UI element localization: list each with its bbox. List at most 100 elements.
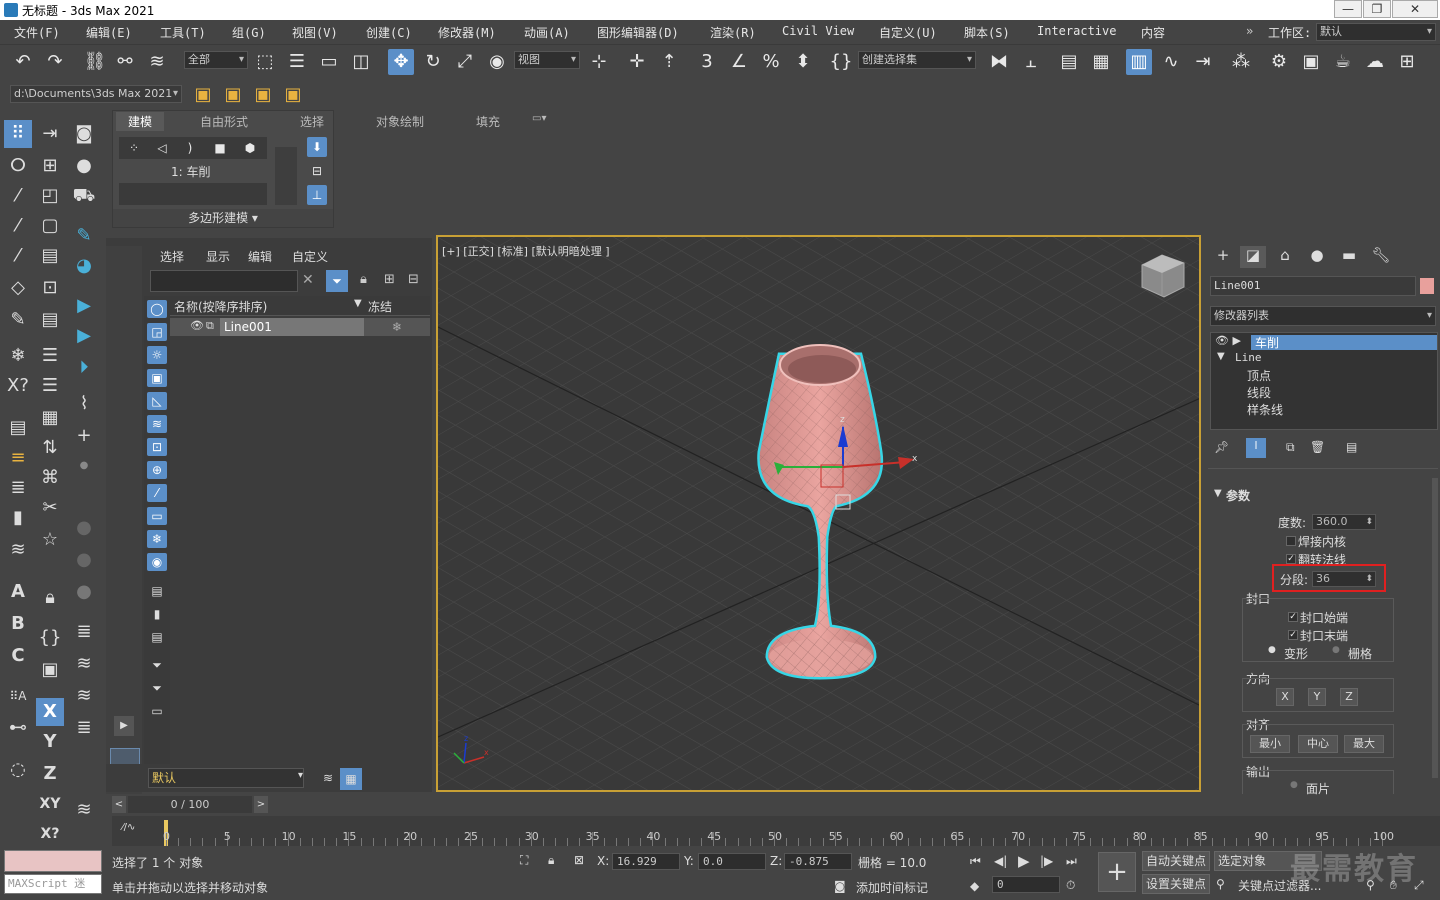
rollout-collapse-icon[interactable]: ▼	[1214, 488, 1222, 499]
maximize-button[interactable]: ❐	[1363, 0, 1391, 18]
create-icon[interactable]: ⇥	[36, 120, 64, 148]
selection-filter-dropdown[interactable]: 全部	[184, 51, 248, 69]
set-key-big-icon[interactable]: +	[1098, 852, 1136, 892]
scissors-icon[interactable]: ✂	[36, 494, 64, 522]
select-box-icon[interactable]: ▮	[4, 504, 32, 532]
morph-radio[interactable]: ●	[1268, 645, 1276, 655]
object-color-swatch[interactable]	[1420, 278, 1434, 294]
edit-icon[interactable]: ▤	[36, 242, 64, 270]
stack4-icon[interactable]: ≋	[70, 682, 98, 710]
vertex-icon[interactable]: ⁘	[121, 135, 147, 161]
mirror-icon[interactable]: ⧓	[986, 49, 1012, 75]
stack-eye-icon[interactable]: 👁︎ ▶	[1215, 334, 1241, 347]
schematic-view-icon[interactable]: ⇥	[1190, 49, 1216, 75]
frame-icon[interactable]: ▭	[147, 702, 167, 720]
axis-xyz-icon[interactable]: X?	[36, 820, 64, 848]
close-button[interactable]: ✕	[1392, 0, 1438, 18]
edit-named-selection-icon[interactable]: {}	[828, 49, 854, 75]
select-scale-icon[interactable]: ⤢	[452, 49, 478, 75]
stack5-icon[interactable]: ≣	[70, 714, 98, 742]
render-production-icon[interactable]: ☕	[1330, 49, 1356, 75]
time-slider[interactable]: < 0 / 100 >	[112, 796, 270, 814]
list-icon[interactable]: ☰	[36, 342, 64, 370]
undo-icon[interactable]: ↶	[10, 49, 36, 75]
tab-populate[interactable]: 填充	[476, 113, 500, 130]
perspective-viewport[interactable]: z x x z [+] [正交] [标准] [默认明暗处理 ]	[436, 235, 1201, 792]
menu-create[interactable]: 创建(C)	[366, 24, 412, 41]
tab-selection[interactable]: 选择	[300, 113, 324, 130]
select-object-icon[interactable]: ⬚	[252, 49, 278, 75]
tab-freeform[interactable]: 自由形式	[200, 113, 248, 130]
environment-icon[interactable]: ⊞	[1394, 49, 1420, 75]
forward-icon[interactable]: ⏵	[70, 354, 98, 382]
degrees-spinner[interactable]: 360.0	[1312, 514, 1376, 530]
dotted-circle-icon[interactable]: ◌	[4, 756, 32, 784]
menu-view[interactable]: 视图(V)	[292, 24, 338, 41]
named-selection-dropdown[interactable]: 创建选择集	[858, 51, 976, 69]
lock-explorer-icon[interactable]: 🔒︎	[360, 272, 367, 287]
project-set-icon[interactable]: ▣	[280, 82, 306, 108]
play-button-icon[interactable]: ▶	[1018, 852, 1030, 870]
menu-edit[interactable]: 编辑(E)	[86, 24, 132, 41]
braces-icon[interactable]: {}	[36, 624, 64, 652]
menu-animation[interactable]: 动画(A)	[524, 24, 570, 41]
axis-xy-icon[interactable]: XY	[36, 790, 64, 818]
goto-end-icon[interactable]: ⏭	[1066, 854, 1077, 869]
sphere-icon[interactable]: ●	[70, 152, 98, 180]
axis-x-icon[interactable]: X	[36, 698, 64, 726]
column-freeze-header[interactable]: 冻结	[368, 298, 392, 315]
menu-group[interactable]: 组(G)	[232, 24, 266, 41]
z-coordinate-field[interactable]: -0.875	[784, 853, 852, 870]
filter-bones-icon[interactable]: ⁄	[147, 484, 167, 502]
ribbon-show-end-icon[interactable]: ⊥	[307, 185, 327, 205]
layer-dropdown-arrow-icon[interactable]: ▾	[298, 770, 303, 781]
stack2-icon[interactable]: ≣	[70, 618, 98, 646]
filter-lights-icon[interactable]: ☼	[147, 346, 167, 364]
stack6-icon[interactable]: ≋	[70, 796, 98, 824]
tab-modeling[interactable]: 建模	[116, 112, 165, 131]
xy-icon[interactable]: X?	[4, 372, 32, 400]
stack-item-spline[interactable]: 样条线	[1247, 401, 1283, 418]
angle-snap-icon[interactable]: ∠	[726, 49, 752, 75]
make-unique-icon[interactable]: ⧉	[1286, 440, 1295, 455]
filter-spacewarps-icon[interactable]: ≋	[147, 415, 167, 433]
copy-icon[interactable]: ▤	[36, 306, 64, 334]
menu-interactive[interactable]: Interactive	[1037, 24, 1116, 38]
menu-civil-view[interactable]: Civil View	[782, 24, 854, 38]
plus-icon[interactable]: +	[70, 422, 98, 450]
time-config-icon[interactable]: ⏱	[1066, 878, 1075, 893]
absolute-mode-icon[interactable]: ⊠	[574, 853, 584, 867]
shape-icon[interactable]: ▢	[36, 212, 64, 240]
prev-key-icon[interactable]: ◀|	[994, 854, 1007, 868]
weld-core-checkbox[interactable]	[1286, 536, 1296, 546]
expand-arrow-icon[interactable]: ▶	[114, 716, 134, 736]
tape-icon[interactable]: ✎	[70, 222, 98, 250]
layer-explorer-icon[interactable]: ▦	[1088, 49, 1114, 75]
filter-helpers-icon[interactable]: ◺	[147, 392, 167, 410]
align-icon[interactable]: ⫠	[1018, 49, 1044, 75]
menu-graph-editors[interactable]: 图形编辑器(D)	[597, 24, 679, 41]
link-icon[interactable]: ⛓	[82, 49, 108, 75]
layers-icon[interactable]: ▤	[4, 414, 32, 442]
freeform-icon[interactable]: ✎	[4, 306, 32, 334]
dot-icon[interactable]: ●	[70, 452, 98, 480]
axis-z-icon[interactable]: Z	[36, 760, 64, 788]
map-icon[interactable]: ▦	[36, 404, 64, 432]
modify-tab-icon[interactable]: ◪	[1240, 246, 1266, 268]
stack-item-segment[interactable]: 线段	[1247, 384, 1271, 401]
lock-icon[interactable]: 🔒︎	[36, 584, 64, 612]
clone-icon[interactable]: ⊡	[36, 274, 64, 302]
filter-hidden-icon[interactable]: ◉	[147, 553, 167, 571]
align-min-button[interactable]: 最小	[1250, 735, 1290, 753]
sync-icon[interactable]: ⊟	[408, 272, 419, 287]
project-open-icon[interactable]: ▣	[220, 82, 246, 108]
minimize-button[interactable]: —	[1334, 0, 1362, 18]
menu-rendering[interactable]: 渲染(R)	[710, 24, 756, 41]
element-icon[interactable]: ⬢	[237, 135, 263, 161]
polygon-icon[interactable]: ■	[207, 135, 233, 161]
edge-icon[interactable]: ◁	[149, 135, 175, 161]
video-icon[interactable]: ▶	[70, 292, 98, 320]
object-name-field[interactable]: Line001	[1210, 276, 1416, 296]
auto-key-button[interactable]: 自动关键点	[1142, 851, 1211, 871]
axis-y-icon[interactable]: Y	[36, 728, 64, 756]
